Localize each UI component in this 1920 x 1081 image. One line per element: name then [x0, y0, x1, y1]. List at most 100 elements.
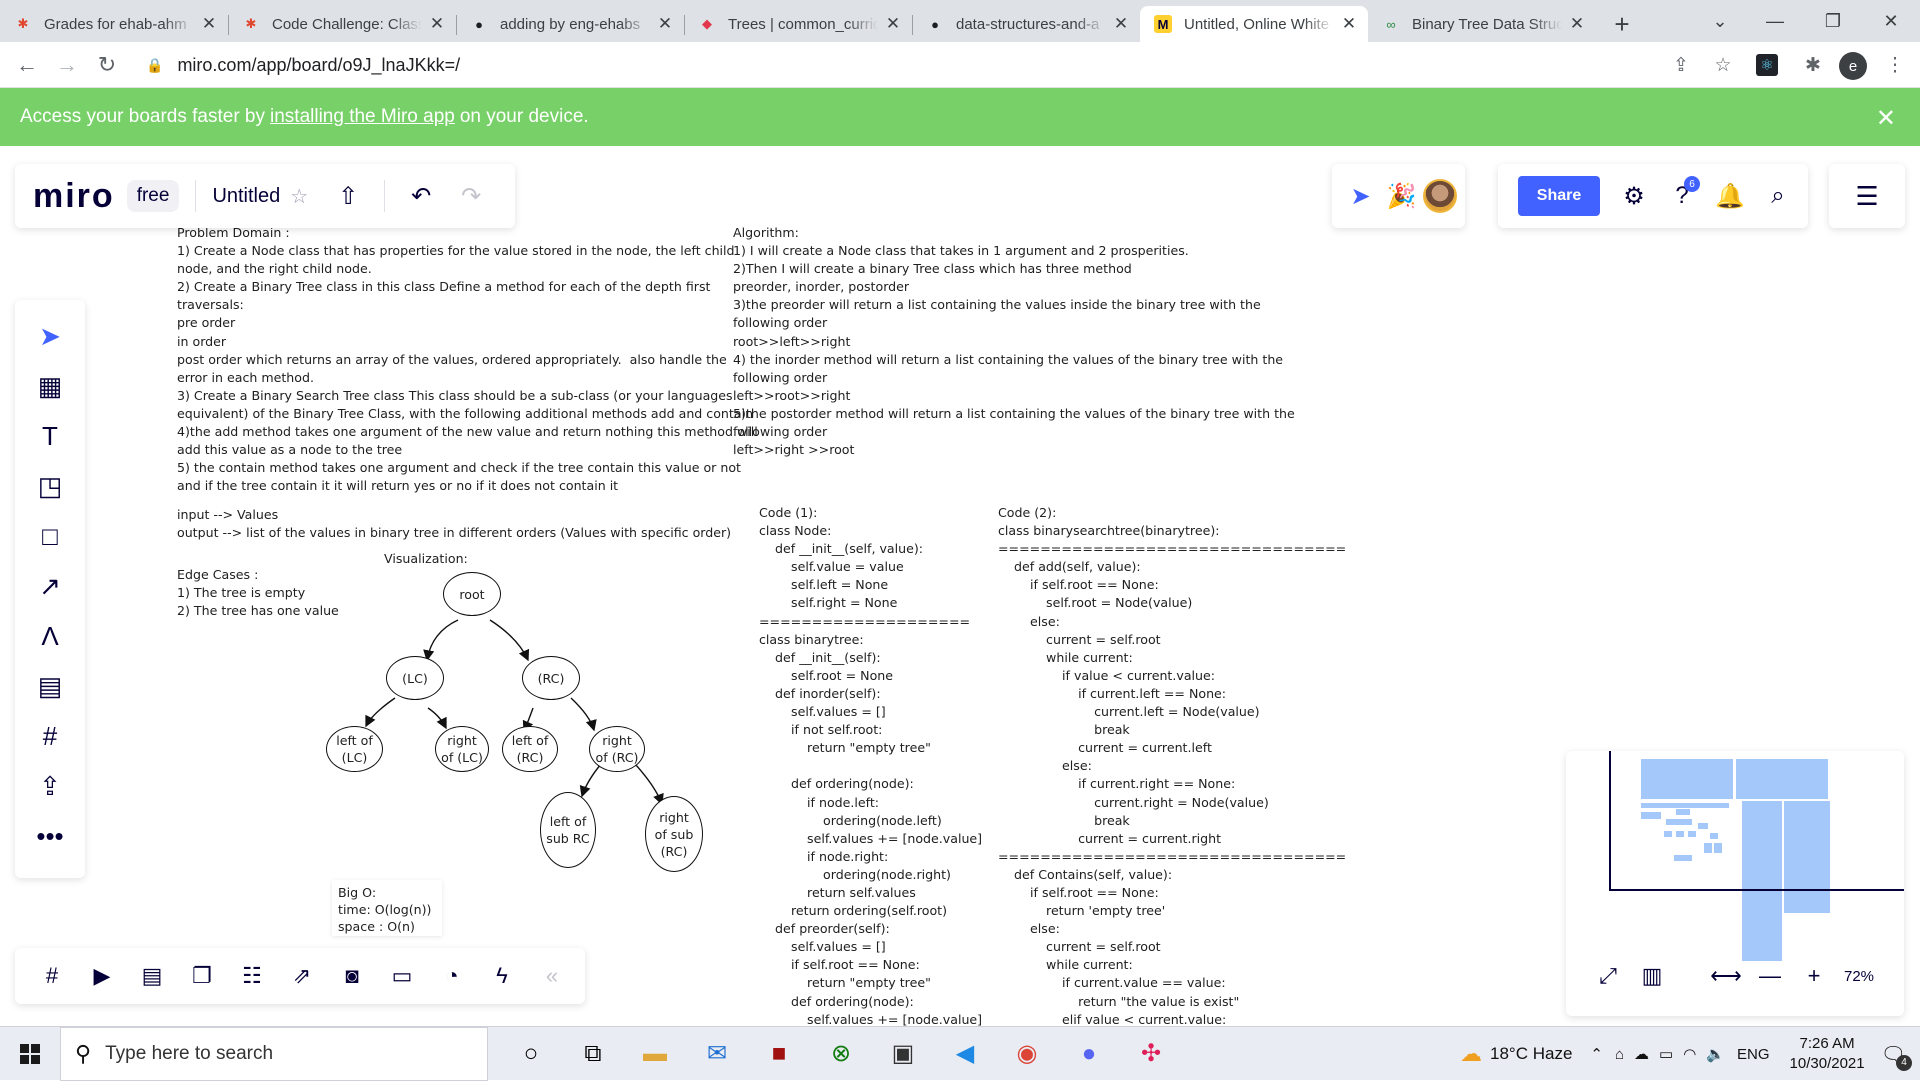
tree-node-right-of-lc[interactable]: right of (LC) — [435, 726, 489, 772]
export-upload-icon[interactable]: ⇧ — [328, 176, 368, 216]
browser-tab[interactable]: ◆ Trees | common_curric ✕ — [684, 6, 912, 42]
tree-node-left-of-sub-rc[interactable]: left of sub RC — [540, 792, 596, 868]
tab-search-icon[interactable]: ⌄ — [1695, 0, 1745, 42]
comments-icon[interactable]: ▤ — [130, 954, 174, 998]
big-o-note[interactable]: Big O: time: O(log(n)) space : O(n) — [332, 880, 442, 936]
share-button[interactable]: Share — [1518, 176, 1600, 216]
tab-close-icon[interactable]: ✕ — [1112, 14, 1130, 34]
apps-lightning-icon[interactable]: ϟ — [480, 954, 524, 998]
tree-node-left-of-rc[interactable]: left of (RC) — [502, 726, 558, 772]
xbox-icon[interactable]: ⊗ — [810, 1027, 872, 1081]
tree-node-rc[interactable]: (RC) — [522, 656, 580, 700]
restore-button[interactable]: ❐ — [1808, 0, 1858, 42]
board-name[interactable]: Untitled — [212, 185, 280, 208]
cards-icon[interactable]: ☷ — [230, 954, 274, 998]
text-tool-icon[interactable]: T — [28, 414, 72, 458]
more-tools-icon[interactable]: ••• — [28, 814, 72, 858]
undo-icon[interactable]: ↶ — [401, 176, 441, 216]
comment-icon[interactable]: ▤ — [28, 664, 72, 708]
tree-node-left-of-lc[interactable]: left of (LC) — [326, 726, 383, 772]
zoom-out-icon[interactable]: — — [1748, 956, 1792, 996]
browser-tab[interactable]: ∞ Binary Tree Data Struc ✕ — [1368, 6, 1596, 42]
fullscreen-expand-icon[interactable]: ⤢ — [1586, 956, 1630, 996]
select-cursor-icon[interactable]: ➤ — [28, 314, 72, 358]
star-icon[interactable]: ☆ — [290, 184, 308, 209]
react-devtools-extension-icon[interactable]: ⚛ — [1756, 54, 1778, 76]
minimize-button[interactable]: — — [1750, 0, 1800, 42]
presentation-icon[interactable]: ▶ — [80, 954, 124, 998]
volume-icon[interactable]: 🔈 — [1706, 1045, 1725, 1063]
connection-line-icon[interactable]: ↗ — [28, 564, 72, 608]
tree-node-lc[interactable]: (LC) — [386, 656, 444, 700]
templates-icon[interactable]: ▦ — [28, 364, 72, 408]
search-icon[interactable]: ⌕ — [1754, 176, 1802, 216]
file-explorer-icon[interactable]: ▬ — [624, 1027, 686, 1081]
settings-sliders-icon[interactable]: ⚙ — [1610, 176, 1658, 216]
plan-badge[interactable]: free — [126, 180, 180, 212]
frames-icon[interactable]: # — [30, 954, 74, 998]
user-avatar[interactable] — [1422, 179, 1457, 213]
tree-node-right-of-sub-rc[interactable]: right of sub (RC) — [645, 796, 703, 872]
browser-tab[interactable]: ● data-structures-and-a ✕ — [912, 6, 1140, 42]
url-field[interactable]: 🔒 miro.com/app/board/o9J_lnaJKkk=/ — [132, 48, 1777, 82]
timer-icon[interactable]: ◔ — [430, 954, 474, 998]
reload-icon[interactable]: ↻ — [92, 50, 122, 80]
tree-node-right-of-rc[interactable]: right of (RC) — [589, 726, 645, 772]
wifi-icon[interactable]: ◠ — [1683, 1045, 1696, 1063]
task-view-icon[interactable]: ⧉ — [562, 1027, 624, 1081]
miro-board-canvas[interactable]: Problem Domain :1) Create a Node class t… — [0, 146, 1920, 1026]
weather-text[interactable]: 18°C Haze — [1490, 1044, 1572, 1064]
onedrive-icon[interactable]: ☁ — [1634, 1045, 1649, 1063]
profile-avatar[interactable]: e — [1839, 52, 1867, 80]
vscode-icon[interactable]: ◀ — [934, 1027, 996, 1081]
map-icon[interactable]: ▥ — [1630, 956, 1674, 996]
tray-app-icon[interactable]: ⌂ — [1615, 1046, 1624, 1063]
tab-close-icon[interactable]: ✕ — [656, 14, 674, 34]
install-app-link[interactable]: installing the Miro app — [270, 106, 455, 128]
browser-tab[interactable]: ✱ Code Challenge: Class ✕ — [228, 6, 456, 42]
frame-icon[interactable]: # — [28, 714, 72, 758]
fit-to-screen-icon[interactable]: ⟷ — [1704, 956, 1748, 996]
zoom-level[interactable]: 72% — [1844, 968, 1874, 985]
cursor-filter-icon[interactable]: ➤ — [1341, 176, 1381, 216]
chat-icon[interactable]: ❐ — [180, 954, 224, 998]
tray-chevron-icon[interactable]: ⌃ — [1590, 1045, 1603, 1063]
input-language[interactable]: ENG — [1737, 1046, 1770, 1063]
collapse-chevron-icon[interactable]: « — [530, 954, 574, 998]
redo-icon[interactable]: ↷ — [451, 176, 491, 216]
share-screen-icon[interactable]: ⇗ — [280, 954, 324, 998]
extensions-puzzle-icon[interactable]: ✱ — [1798, 50, 1828, 80]
battery-icon[interactable]: ▭ — [1659, 1045, 1673, 1063]
terminal-icon[interactable]: ▣ — [872, 1027, 934, 1081]
pen-icon[interactable]: Λ — [28, 614, 72, 658]
chrome-icon[interactable]: ◉ — [996, 1027, 1058, 1081]
tree-node-root[interactable]: root — [443, 572, 501, 616]
close-window-button[interactable]: ✕ — [1866, 0, 1916, 42]
miro-logo[interactable]: miro — [33, 177, 115, 216]
browser-tab[interactable]: M Untitled, Online White ✕ — [1140, 6, 1368, 42]
slack-icon[interactable]: ✣ — [1120, 1027, 1182, 1081]
clock[interactable]: 7:26 AM 10/30/2021 — [1790, 1034, 1865, 1074]
discord-icon[interactable]: ● — [1058, 1027, 1120, 1081]
tab-close-icon[interactable]: ✕ — [884, 14, 902, 34]
weather-icon[interactable]: ☁ — [1460, 1041, 1482, 1067]
tab-close-icon[interactable]: ✕ — [1568, 14, 1586, 34]
minimap-viewport[interactable] — [1609, 751, 1904, 891]
shape-icon[interactable]: □ — [28, 514, 72, 558]
action-center-icon[interactable]: 🗨 4 — [1881, 1042, 1912, 1071]
upload-icon[interactable]: ⇪ — [28, 764, 72, 808]
zoom-in-icon[interactable]: + — [1792, 956, 1836, 996]
taskbar-search[interactable]: ⚲ Type here to search — [60, 1026, 488, 1081]
back-arrow-icon[interactable]: ← — [12, 50, 42, 80]
forward-arrow-icon[interactable]: → — [52, 50, 82, 80]
video-call-icon[interactable]: ▭ — [380, 954, 424, 998]
bookmark-star-icon[interactable]: ☆ — [1708, 50, 1738, 80]
celebrate-icon[interactable]: 🎉 — [1382, 176, 1422, 216]
tab-close-icon[interactable]: ✕ — [428, 14, 446, 34]
cortana-icon[interactable]: ○ — [500, 1027, 562, 1081]
mail-icon[interactable]: ✉ — [686, 1027, 748, 1081]
start-button[interactable] — [0, 1027, 60, 1081]
new-tab-button[interactable]: + — [1604, 6, 1640, 42]
browser-menu-icon[interactable]: ⋮ — [1880, 50, 1910, 80]
tab-close-icon[interactable]: ✕ — [1340, 14, 1358, 34]
